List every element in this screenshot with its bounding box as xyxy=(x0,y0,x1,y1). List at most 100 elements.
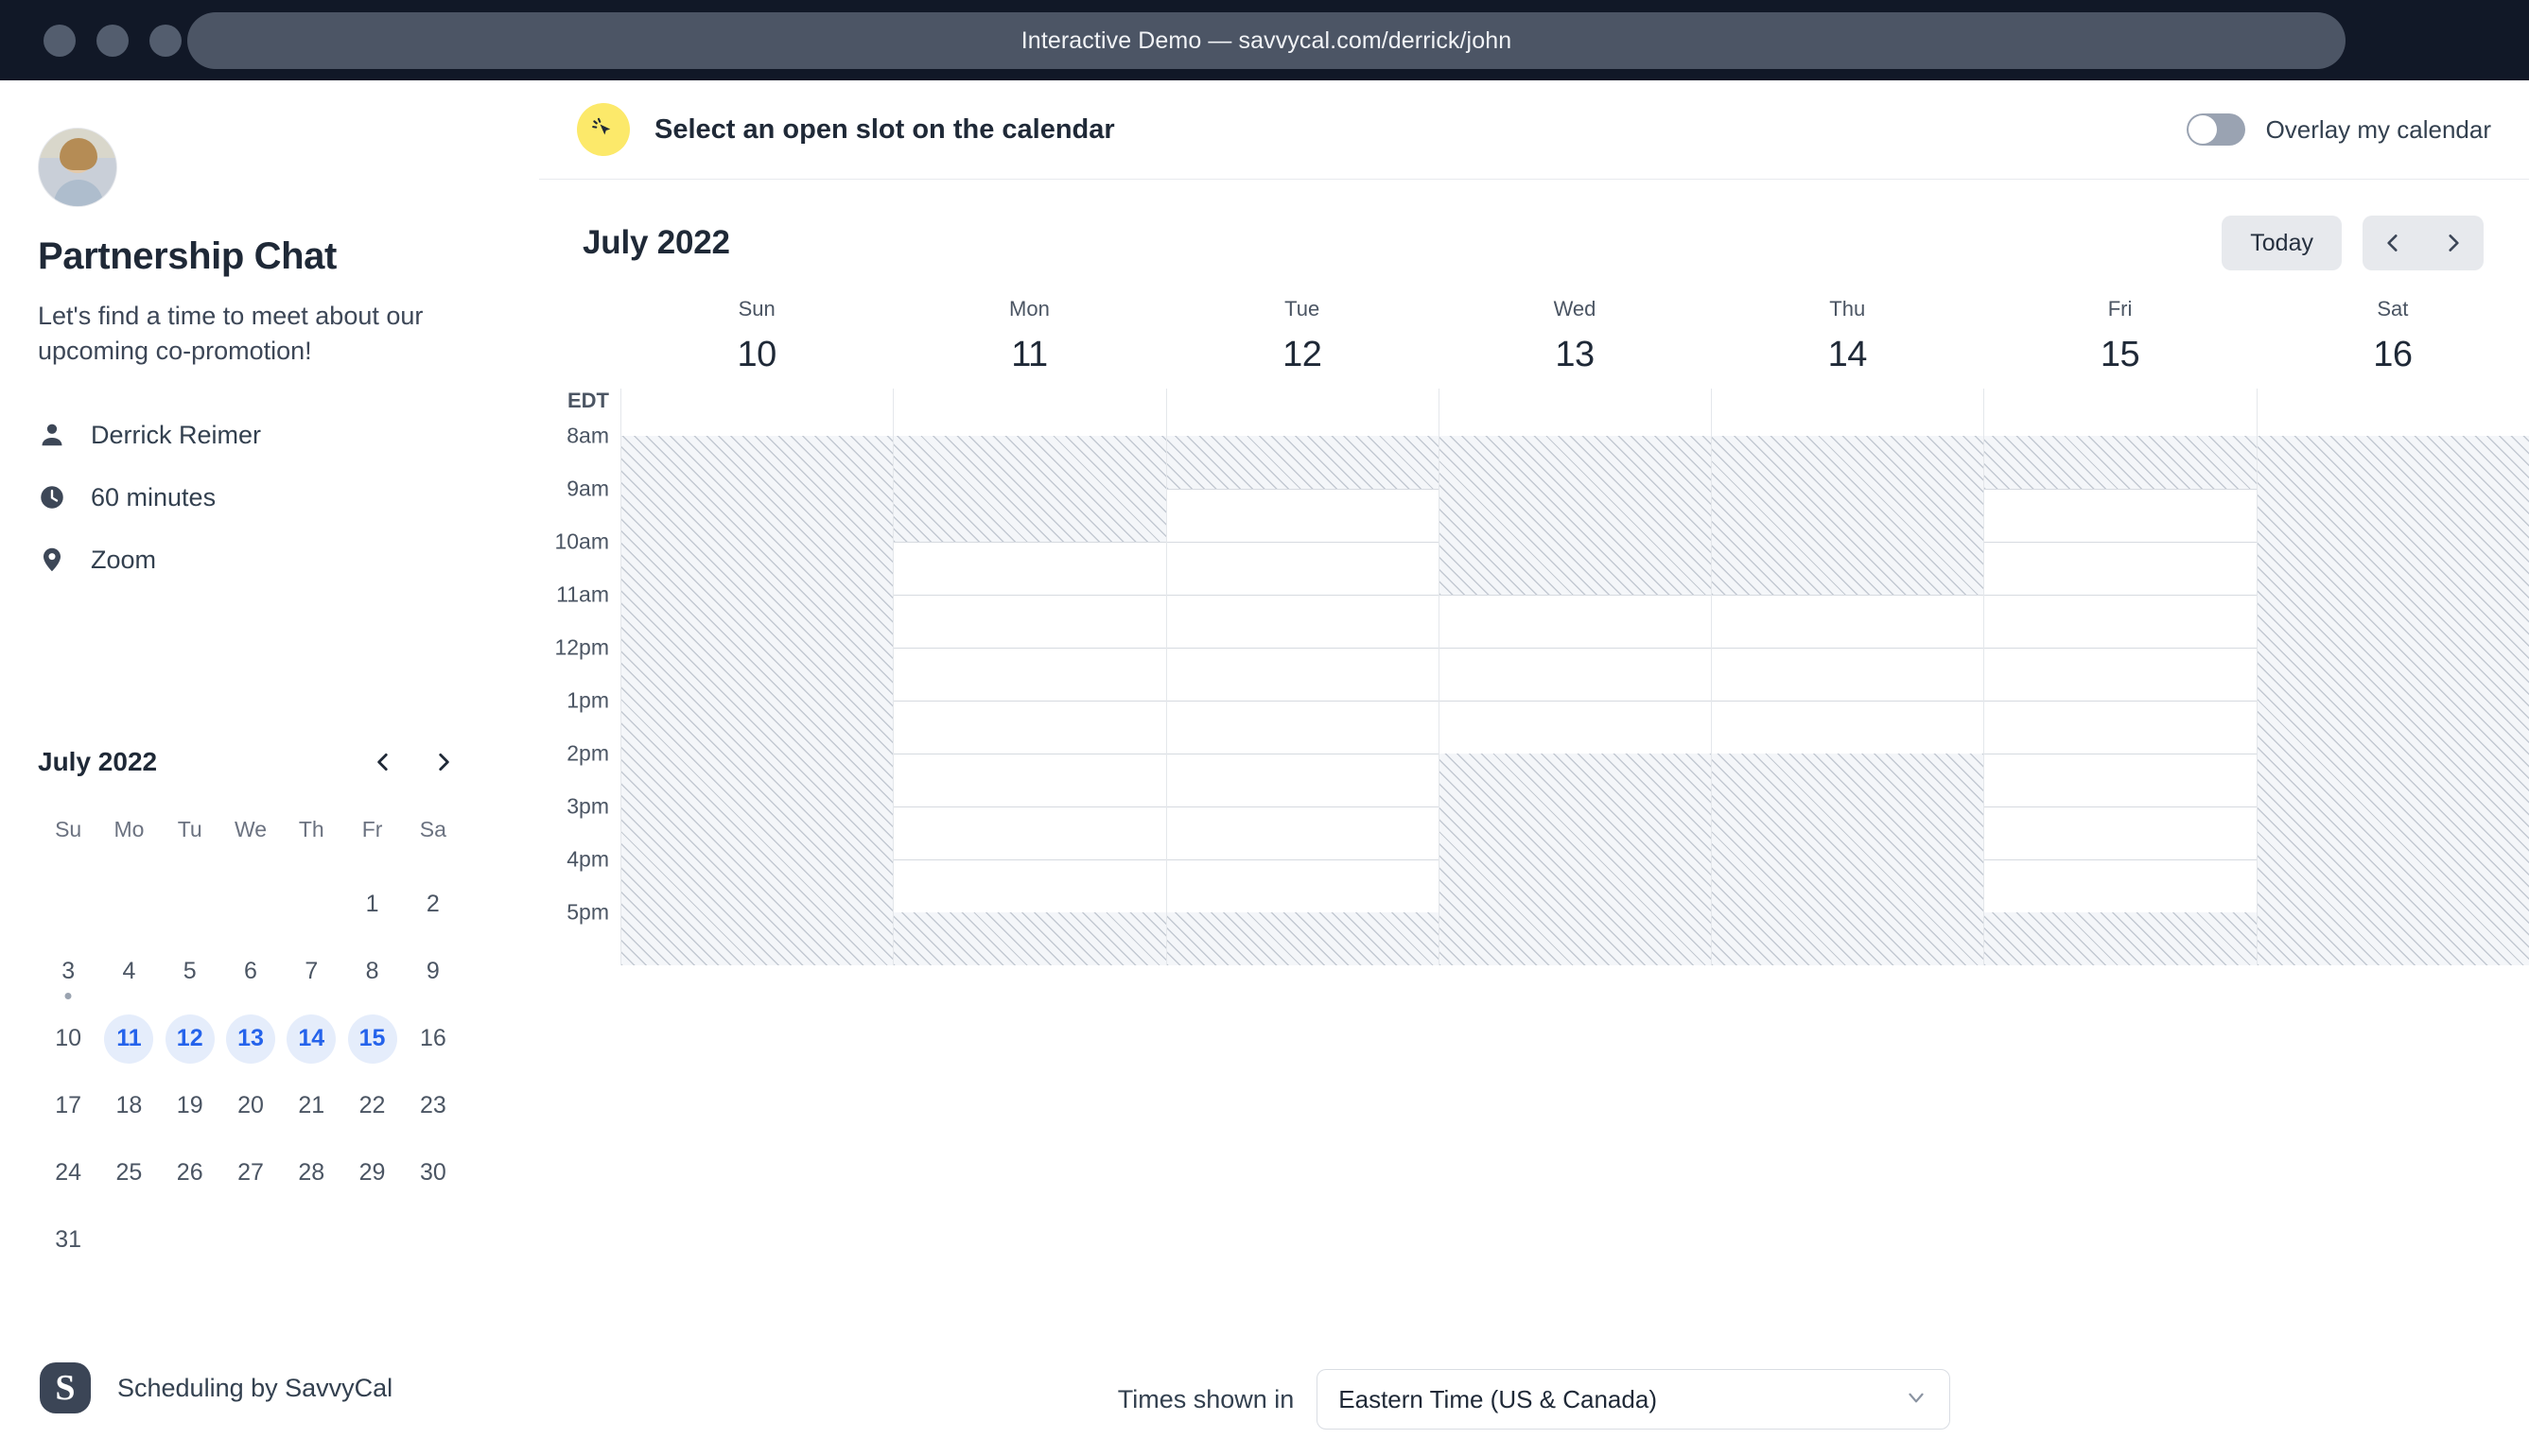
mini-calendar-cell[interactable]: 13 xyxy=(220,1005,281,1072)
mini-calendar-day[interactable]: 17 xyxy=(44,1082,93,1131)
calendar-day-headers: Sun 10 Mon 11 Tue 12 Wed 13 Thu 14 Fri 15 Sat 16 xyxy=(539,297,2529,375)
mini-calendar-day[interactable]: 13 xyxy=(225,1014,275,1064)
day-number: 14 xyxy=(1827,335,1868,374)
mini-calendar-cell[interactable]: 9 xyxy=(403,938,463,1005)
duration-label: 60 minutes xyxy=(91,482,217,511)
mini-calendar-cell[interactable]: 19 xyxy=(160,1072,220,1139)
brand-footer[interactable]: S Scheduling by SavvyCal xyxy=(40,1362,392,1413)
mini-calendar-cell[interactable]: 31 xyxy=(38,1206,98,1274)
mini-calendar-cell[interactable]: 24 xyxy=(38,1139,98,1206)
minimize-button[interactable] xyxy=(96,24,129,57)
window-titlebar: Interactive Demo — savvycal.com/derrick/… xyxy=(0,0,2529,80)
mini-calendar-day[interactable]: 27 xyxy=(226,1149,275,1198)
mini-calendar-cell[interactable]: 27 xyxy=(220,1139,281,1206)
mini-calendar-day[interactable]: 25 xyxy=(104,1149,153,1198)
mini-calendar-cell[interactable]: 23 xyxy=(403,1072,463,1139)
timezone-select[interactable]: Eastern Time (US & Canada) xyxy=(1317,1369,1951,1430)
mini-calendar-day[interactable]: 16 xyxy=(409,1014,458,1064)
hour-gridline xyxy=(1712,595,1984,596)
mini-calendar-day[interactable]: 24 xyxy=(44,1149,93,1198)
mini-calendar-day[interactable]: 12 xyxy=(165,1014,215,1064)
mini-calendar-cell[interactable]: 4 xyxy=(98,938,159,1005)
mini-calendar-cell[interactable]: 21 xyxy=(281,1072,341,1139)
mini-calendar-cell[interactable]: 22 xyxy=(341,1072,402,1139)
calendar-day-column[interactable] xyxy=(620,389,894,965)
mini-next-month-icon[interactable] xyxy=(431,750,456,774)
mini-calendar-cell[interactable]: 12 xyxy=(160,1005,220,1072)
time-label: 9am xyxy=(567,476,609,501)
mini-prev-month-icon[interactable] xyxy=(371,750,395,774)
mini-calendar-cell[interactable]: 28 xyxy=(281,1139,341,1206)
mini-calendar-day[interactable]: 26 xyxy=(166,1149,215,1198)
time-label: 10am xyxy=(554,529,609,554)
mini-calendar-cell[interactable]: 1 xyxy=(341,871,402,938)
mini-calendar-day[interactable]: 2 xyxy=(409,880,458,929)
mini-calendar-cell[interactable]: 20 xyxy=(220,1072,281,1139)
mini-calendar-day[interactable]: 29 xyxy=(348,1149,397,1198)
mini-calendar-month: July 2022 xyxy=(38,747,158,776)
mini-calendar-cell[interactable]: 8 xyxy=(341,938,402,1005)
mini-calendar-day[interactable]: 21 xyxy=(287,1082,336,1131)
mini-calendar-day[interactable]: 15 xyxy=(347,1014,397,1064)
mini-calendar-day[interactable]: 22 xyxy=(348,1082,397,1131)
mini-calendar-day[interactable]: 30 xyxy=(409,1149,458,1198)
mini-calendar-cell[interactable]: 25 xyxy=(98,1139,159,1206)
hour-gridline xyxy=(1984,806,2257,807)
today-button[interactable]: Today xyxy=(2222,216,2342,270)
mini-calendar-day[interactable]: 8 xyxy=(348,947,397,997)
mini-calendar-cell[interactable]: 11 xyxy=(98,1005,159,1072)
mini-calendar-cell[interactable]: 14 xyxy=(281,1005,341,1072)
overlay-calendar-toggle[interactable] xyxy=(2186,113,2245,146)
mini-calendar-day[interactable]: 7 xyxy=(287,947,336,997)
mini-calendar-day[interactable]: 19 xyxy=(166,1082,215,1131)
calendar-month-title: July 2022 xyxy=(583,224,730,261)
mini-calendar-day[interactable]: 5 xyxy=(166,947,215,997)
hour-gridline xyxy=(1439,701,1712,702)
avatar xyxy=(38,128,117,207)
mini-calendar-dow: Sa xyxy=(419,817,446,841)
calendar-day-header: Tue 12 xyxy=(1166,297,1439,375)
calendar-day-column[interactable] xyxy=(1165,389,1439,965)
mini-calendar-cell[interactable]: 18 xyxy=(98,1072,159,1139)
mini-calendar-day[interactable]: 28 xyxy=(287,1149,336,1198)
mini-calendar-day[interactable]: 11 xyxy=(104,1014,154,1064)
url-bar[interactable]: Interactive Demo — savvycal.com/derrick/… xyxy=(187,12,2346,69)
mini-calendar-cell[interactable]: 26 xyxy=(160,1139,220,1206)
mini-calendar-day[interactable]: 9 xyxy=(409,947,458,997)
hour-gridline xyxy=(1439,595,1712,596)
mini-calendar-day[interactable]: 6 xyxy=(226,947,275,997)
mini-calendar-day[interactable]: 4 xyxy=(104,947,153,997)
mini-calendar-cell[interactable]: 17 xyxy=(38,1072,98,1139)
next-week-icon[interactable] xyxy=(2441,231,2466,255)
mini-calendar-cell[interactable]: 3 xyxy=(38,938,98,1005)
calendar-day-column[interactable] xyxy=(2256,389,2529,965)
calendar-day-column[interactable] xyxy=(1983,389,2257,965)
close-button[interactable] xyxy=(44,24,76,57)
overlay-calendar-control[interactable]: Overlay my calendar xyxy=(2186,113,2491,146)
calendar-day-header: Sat 16 xyxy=(2257,297,2529,375)
mini-calendar-day[interactable]: 31 xyxy=(44,1216,93,1265)
mini-calendar-day[interactable]: 20 xyxy=(226,1082,275,1131)
mini-calendar-cell[interactable]: 29 xyxy=(341,1139,402,1206)
calendar-day-column[interactable] xyxy=(1438,389,1712,965)
mini-calendar-cell[interactable]: 5 xyxy=(160,938,220,1005)
mini-calendar-day[interactable]: 10 xyxy=(44,1014,93,1064)
mini-calendar-cell[interactable]: 6 xyxy=(220,938,281,1005)
calendar-day-column[interactable] xyxy=(893,389,1166,965)
mini-calendar-day[interactable]: 1 xyxy=(348,880,397,929)
mini-calendar-cell[interactable]: 2 xyxy=(403,871,463,938)
mini-calendar-cell[interactable]: 7 xyxy=(281,938,341,1005)
mini-calendar-cell[interactable]: 30 xyxy=(403,1139,463,1206)
mini-calendar-day[interactable]: 18 xyxy=(104,1082,153,1131)
calendar-day-header: Thu 14 xyxy=(1711,297,1983,375)
mini-calendar-cell[interactable]: 10 xyxy=(38,1005,98,1072)
calendar-day-column[interactable] xyxy=(1711,389,1984,965)
mini-calendar-day[interactable]: 3 xyxy=(44,947,93,997)
mini-calendar-day[interactable]: 14 xyxy=(287,1014,337,1064)
zoom-button[interactable] xyxy=(149,24,182,57)
prev-week-icon[interactable] xyxy=(2381,231,2405,255)
mini-calendar-cell[interactable]: 16 xyxy=(403,1005,463,1072)
mini-calendar-day[interactable]: 23 xyxy=(409,1082,458,1131)
time-label: 12pm xyxy=(554,634,609,660)
mini-calendar-cell[interactable]: 15 xyxy=(341,1005,402,1072)
